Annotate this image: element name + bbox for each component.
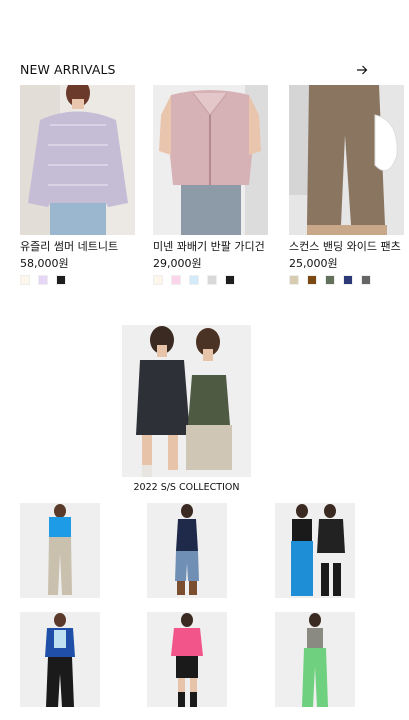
- collection-caption[interactable]: 2022 S/S COLLECTION: [120, 482, 253, 493]
- product-name[interactable]: 스컨스 밴딩 와이드 팬츠: [289, 238, 409, 254]
- product-name[interactable]: 유즐리 썸머 네트니트: [20, 238, 140, 254]
- lookbook-item[interactable]: [20, 612, 100, 707]
- color-swatches: [289, 275, 409, 285]
- lookbook-item[interactable]: [147, 503, 227, 598]
- color-swatch: [225, 275, 235, 285]
- color-swatch: [20, 275, 30, 285]
- color-swatch: [153, 275, 163, 285]
- product-image[interactable]: [153, 85, 268, 235]
- color-swatch: [343, 275, 353, 285]
- section-title: NEW ARRIVALS: [20, 62, 116, 77]
- collection-image[interactable]: [122, 325, 251, 477]
- product-image[interactable]: [289, 85, 404, 235]
- color-swatch: [189, 275, 199, 285]
- product-card[interactable]: 유즐리 썸머 네트니트 58,000원: [20, 85, 140, 285]
- color-swatch: [207, 275, 217, 285]
- collection-banner[interactable]: 2022 S/S COLLECTION: [122, 325, 251, 493]
- product-price: 29,000원: [153, 257, 202, 270]
- color-swatches: [153, 275, 273, 285]
- product-price: 58,000원: [20, 257, 69, 270]
- color-swatch: [56, 275, 66, 285]
- lookbook-item[interactable]: [275, 503, 355, 598]
- color-swatch: [307, 275, 317, 285]
- arrow-right-icon[interactable]: [355, 63, 369, 77]
- product-card[interactable]: 스컨스 밴딩 와이드 팬츠 25,000원: [289, 85, 409, 285]
- lookbook-item[interactable]: [275, 612, 355, 707]
- lookbook-item[interactable]: [147, 612, 227, 707]
- color-swatch: [361, 275, 371, 285]
- color-swatches: [20, 275, 140, 285]
- product-card[interactable]: 미넨 꽈배기 반팔 가디건 29,000원: [153, 85, 273, 285]
- color-swatch: [289, 275, 299, 285]
- color-swatch: [171, 275, 181, 285]
- lookbook-item[interactable]: [20, 503, 100, 598]
- new-arrivals-header: NEW ARRIVALS: [20, 62, 369, 80]
- product-price: 25,000원: [289, 257, 338, 270]
- product-name[interactable]: 미넨 꽈배기 반팔 가디건: [153, 238, 273, 254]
- product-image[interactable]: [20, 85, 135, 235]
- color-swatch: [325, 275, 335, 285]
- color-swatch: [38, 275, 48, 285]
